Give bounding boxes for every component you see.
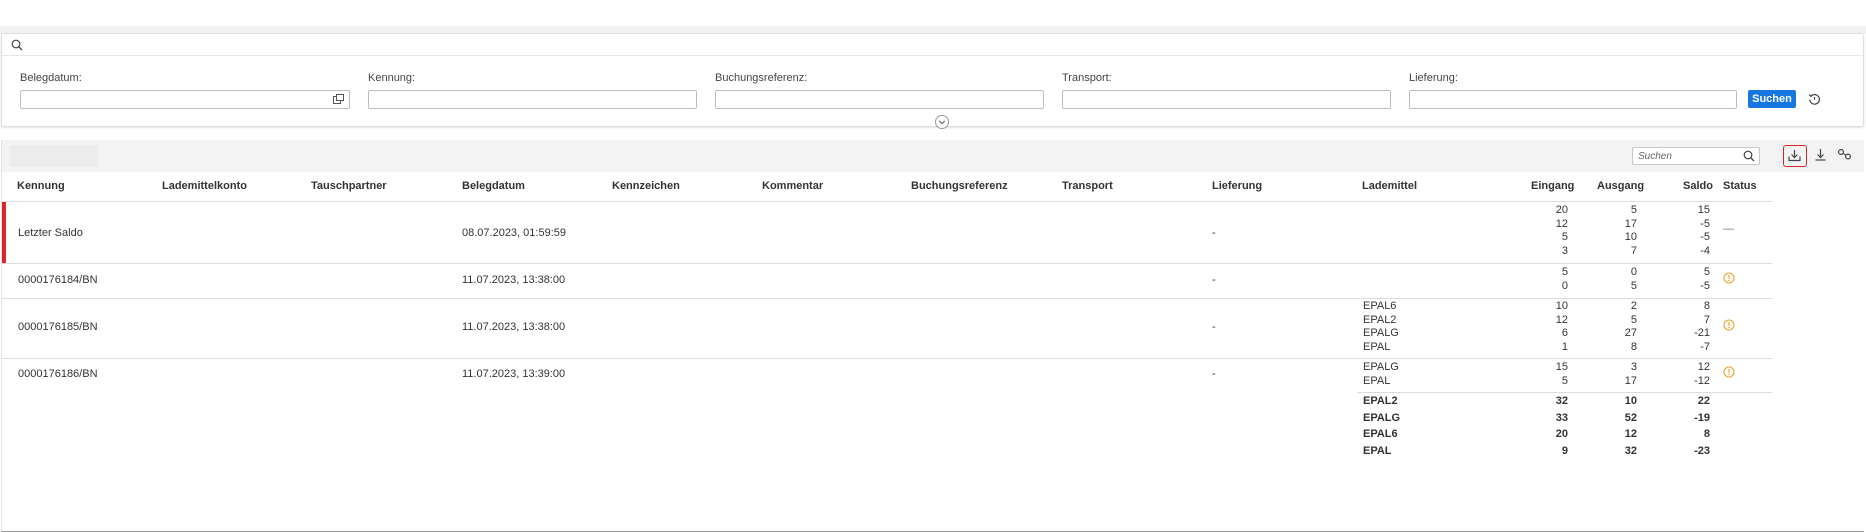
col-belegdatum[interactable]: Belegdatum — [462, 180, 525, 192]
settings-button[interactable] — [1834, 145, 1858, 167]
row-saldo: 15 -5 -5 -4 — [1697, 204, 1710, 258]
download-icon — [1815, 149, 1826, 161]
lieferung-field[interactable] — [1409, 90, 1737, 109]
row-kennung: 0000176185/BN — [18, 321, 98, 333]
row-belegdatum: 08.07.2023, 01:59:59 — [462, 227, 566, 239]
col-lademittelkonto[interactable]: Lademittelkonto — [162, 180, 247, 192]
row-separator — [2, 263, 1772, 264]
warning-icon[interactable] — [1723, 319, 1735, 331]
reset-icon[interactable] — [1808, 93, 1821, 109]
belegdatum-label: Belegdatum: — [20, 72, 82, 84]
row-separator — [2, 358, 1772, 359]
col-tauschpartner[interactable]: Tauschpartner — [311, 180, 387, 192]
row-saldo: 8 7 -21 -7 — [1694, 300, 1710, 354]
export-button[interactable] — [1783, 145, 1807, 167]
table-search-input[interactable]: Suchen — [1632, 147, 1760, 165]
row-eingang: 15 5 — [1555, 361, 1568, 387]
row-saldo: 12 -12 — [1694, 361, 1710, 387]
buchungsreferenz-field[interactable] — [715, 90, 1044, 109]
col-saldo[interactable]: Saldo — [1683, 180, 1713, 192]
col-kommentar[interactable]: Kommentar — [762, 180, 823, 192]
row-kennung: 0000176184/BN — [18, 274, 98, 286]
col-status[interactable]: Status — [1723, 180, 1757, 192]
row-belegdatum: 11.07.2023, 13:38:00 — [462, 321, 566, 333]
totals-saldo: 22 -19 8 -23 — [1694, 395, 1710, 457]
row-kennung: 0000176186/BN — [18, 368, 98, 380]
col-kennzeichen[interactable]: Kennzeichen — [612, 180, 680, 192]
row-ausgang: 3 17 — [1624, 361, 1637, 387]
row-separator — [2, 298, 1772, 299]
row-ausgang: 2 5 27 8 — [1624, 300, 1637, 354]
kennung-field[interactable] — [368, 90, 697, 109]
col-lieferung[interactable]: Lieferung — [1212, 180, 1262, 192]
collapse-toggle[interactable] — [935, 115, 949, 129]
filter-panel: Belegdatum: Kennung: Buchungsreferenz: T… — [1, 33, 1864, 127]
row-saldo: 5 -5 — [1700, 266, 1710, 292]
download-tray-icon — [1788, 150, 1801, 162]
download-button[interactable] — [1810, 145, 1834, 167]
row-lieferung: - — [1212, 227, 1216, 239]
search-icon[interactable] — [1743, 150, 1755, 165]
belegdatum-field[interactable] — [20, 90, 350, 109]
row-lieferung: - — [1212, 368, 1216, 380]
status-dash: — — [1723, 223, 1734, 235]
calendar-icon[interactable] — [333, 94, 344, 107]
search-icon[interactable] — [11, 39, 23, 54]
col-eingang[interactable]: Eingang — [1531, 180, 1574, 192]
totals-eingang: 32 33 20 9 — [1555, 395, 1568, 457]
header-separator — [2, 201, 1772, 202]
row-kennung: Letzter Saldo — [18, 227, 83, 239]
row-belegdatum: 11.07.2023, 13:38:00 — [462, 274, 566, 286]
row-lieferung: - — [1212, 321, 1216, 333]
row-lademittel: EPALG EPAL — [1363, 361, 1399, 387]
kennung-label: Kennung: — [368, 72, 416, 84]
table-toolbar: Suchen — [2, 140, 1864, 172]
row-lieferung: - — [1212, 274, 1216, 286]
filter-searchbar[interactable] — [2, 34, 1863, 56]
col-ausgang[interactable]: Ausgang — [1597, 180, 1644, 192]
row-eingang: 20 12 5 3 — [1555, 204, 1568, 258]
row-eingang: 50 — [1561, 266, 1568, 292]
columns-settings-icon — [1837, 148, 1852, 160]
search-button[interactable]: Suchen — [1748, 90, 1796, 108]
buchungsreferenz-label: Buchungsreferenz: — [715, 72, 808, 84]
col-lademittel[interactable]: Lademittel — [1362, 180, 1417, 192]
lieferung-label: Lieferung: — [1409, 72, 1458, 84]
table-search-placeholder: Suchen — [1638, 151, 1672, 162]
chevron-down-icon — [938, 120, 946, 125]
row-eingang: 10 12 6 1 — [1555, 300, 1568, 354]
row-lademittel: EPAL6 EPAL2 EPALG EPAL — [1363, 300, 1399, 354]
row-ausgang: 5 17 10 7 — [1624, 204, 1637, 258]
results-table: Suchen Kennung Lademittelkonto Tauschpar… — [1, 140, 1864, 532]
col-kennung[interactable]: Kennung — [17, 180, 65, 192]
selected-row-marker — [2, 202, 6, 263]
totals-ausgang: 10 52 12 32 — [1624, 395, 1637, 457]
transport-label: Transport: — [1062, 72, 1112, 84]
transport-field[interactable] — [1062, 90, 1391, 109]
totals-lademittel: EPAL2 EPALG EPAL6 EPAL — [1363, 395, 1401, 457]
col-transport[interactable]: Transport — [1062, 180, 1113, 192]
view-tab[interactable] — [10, 145, 98, 167]
row-belegdatum: 11.07.2023, 13:39:00 — [462, 368, 566, 380]
row-ausgang: 05 — [1630, 266, 1637, 292]
col-buchungsreferenz[interactable]: Buchungsreferenz — [911, 180, 1008, 192]
warning-icon[interactable] — [1723, 366, 1735, 378]
warning-icon[interactable] — [1723, 272, 1735, 284]
